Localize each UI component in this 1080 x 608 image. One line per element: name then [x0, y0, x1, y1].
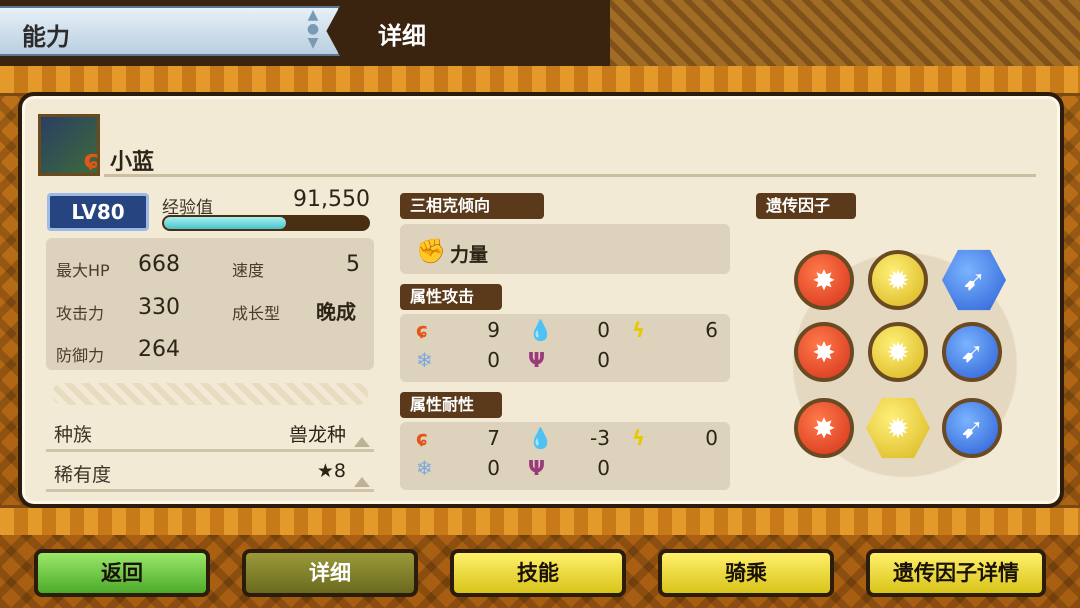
fire-icon: ɕ — [416, 426, 428, 450]
skill-button[interactable]: 技能 — [450, 549, 626, 597]
attr-resist-box — [400, 422, 730, 490]
race-label: 种族 — [54, 424, 93, 446]
power-gene-icon[interactable]: ✸ — [794, 322, 854, 382]
attr-resist-header: 属性耐性 — [400, 392, 502, 418]
resist-ice-value: 0 — [487, 456, 500, 480]
race-row: 种族 兽龙种 — [46, 414, 374, 452]
defense-label: 防御力 — [56, 346, 105, 365]
detail-button[interactable]: 详细 — [242, 549, 418, 597]
monster-portrait-icon: ɕ — [38, 114, 100, 176]
row-corner-icon — [354, 437, 370, 447]
attack-thunder-value: 6 — [705, 318, 718, 342]
exp-bar — [162, 215, 370, 231]
ice-icon: ❄ — [416, 456, 433, 480]
tendency-value: 力量 — [450, 244, 489, 266]
defense-value: 264 — [138, 337, 180, 362]
genes-header: 遗传因子 — [756, 193, 856, 219]
thunder-icon: ϟ — [632, 318, 646, 342]
water-icon: 💧 — [528, 426, 553, 450]
resist-dragon-value: 0 — [597, 456, 610, 480]
attack-ice-value: 0 — [487, 348, 500, 372]
thunder-icon: ϟ — [632, 426, 646, 450]
tendency-header: 三相克倾向 — [400, 193, 544, 219]
back-button[interactable]: 返回 — [34, 549, 210, 597]
attack-value: 330 — [138, 295, 180, 320]
speed-value: 5 — [346, 252, 360, 277]
attack-label: 攻击力 — [56, 304, 105, 323]
rarity-value: ★8 — [316, 460, 346, 482]
ice-icon: ❄ — [416, 348, 433, 372]
power-gene-icon[interactable]: ✸ — [794, 398, 854, 458]
exp-bar-fill — [164, 217, 287, 229]
rarity-label: 稀有度 — [54, 464, 112, 486]
attack-fire-value: 9 — [487, 318, 500, 342]
ride-button[interactable]: 骑乘 — [658, 549, 834, 597]
resist-fire-value: 7 — [487, 426, 500, 450]
resist-water-value: -3 — [590, 426, 610, 450]
dragon-icon: Ψ — [528, 456, 545, 480]
rarity-row: 稀有度 ★8 — [46, 454, 374, 492]
bottom-decor-strip — [0, 505, 1080, 535]
power-gene-icon[interactable]: ✸ — [794, 250, 854, 310]
attack-dragon-value: 0 — [597, 348, 610, 372]
attr-attack-header: 属性攻击 — [400, 284, 502, 310]
page-title: 详细 — [378, 22, 426, 50]
attr-attack-box — [400, 314, 730, 382]
max-hp-label: 最大HP — [56, 261, 110, 280]
resist-thunder-value: 0 — [705, 426, 718, 450]
monster-name: 小蓝 — [110, 150, 155, 175]
speed-gene-icon[interactable]: ➹ — [942, 322, 1002, 382]
tab-ability-label: 能力 — [22, 23, 70, 51]
dragon-icon: Ψ — [528, 348, 545, 372]
fire-icon: ɕ — [416, 318, 428, 342]
name-divider — [104, 174, 1036, 177]
race-value: 兽龙种 — [288, 424, 346, 446]
level-badge: LV80 — [47, 193, 149, 231]
growth-value: 晚成 — [316, 300, 356, 324]
fire-element-badge-icon: ɕ — [83, 145, 99, 175]
speed-label: 速度 — [232, 261, 265, 280]
row-corner-icon — [354, 477, 370, 487]
attack-water-value: 0 — [597, 318, 610, 342]
technical-gene-icon[interactable]: ✹ — [868, 250, 928, 310]
decorative-band — [52, 383, 368, 405]
top-bar-pattern — [610, 0, 1080, 66]
technical-gene-icon[interactable]: ✹ — [868, 322, 928, 382]
power-icon: ✊ — [416, 237, 446, 265]
growth-label: 成长型 — [232, 304, 281, 323]
water-icon: 💧 — [528, 318, 553, 342]
max-hp-value: 668 — [138, 252, 180, 277]
gene-detail-button[interactable]: 遗传因子详情 — [866, 549, 1046, 597]
speed-gene-icon[interactable]: ➹ — [942, 398, 1002, 458]
tab-switch-arrows-icon[interactable]: ▲ ● ▼ — [302, 8, 324, 52]
exp-value: 91,550 — [293, 187, 370, 212]
tab-ability[interactable]: 能力 — [0, 6, 340, 56]
